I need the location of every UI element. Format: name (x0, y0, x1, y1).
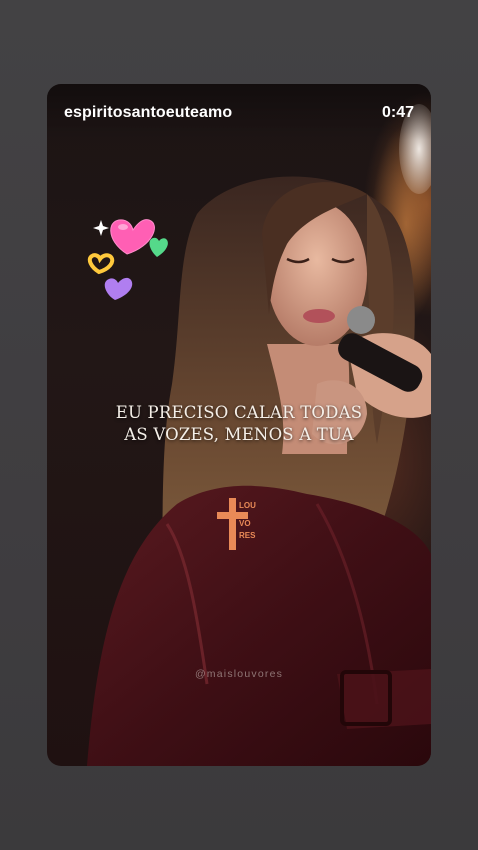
green-heart-icon (149, 237, 168, 257)
purple-heart-icon (104, 277, 133, 300)
logo-text-2: VO (239, 519, 251, 528)
logo-text-1: LOU (239, 501, 256, 510)
cross-logo-icon: LOU VO RES (217, 498, 256, 550)
lyric-caption: EU PRECISO CALAR TODAS AS VOZES, MENOS A… (47, 402, 431, 446)
pink-heart-icon (110, 219, 155, 255)
story-username[interactable]: espiritosantoeuteamo (64, 104, 232, 122)
story-header: espiritosantoeuteamo 0:47 (47, 84, 431, 140)
hearts-sticker (87, 219, 168, 300)
story-timer: 0:47 (381, 104, 414, 121)
lyric-line-1: EU PRECISO CALAR TODAS (115, 403, 363, 422)
yellow-heart-outline-icon (87, 253, 115, 275)
story-card[interactable]: espiritosantoeuteamo 0:47 EU PRECISO CAL… (47, 84, 431, 766)
lyric-line-2: AS VOZES, MENOS A TUA (124, 425, 354, 444)
logo-text-3: RES (239, 531, 256, 540)
watermark: @maislouvores (194, 668, 284, 680)
sparkle-icon (93, 220, 109, 236)
